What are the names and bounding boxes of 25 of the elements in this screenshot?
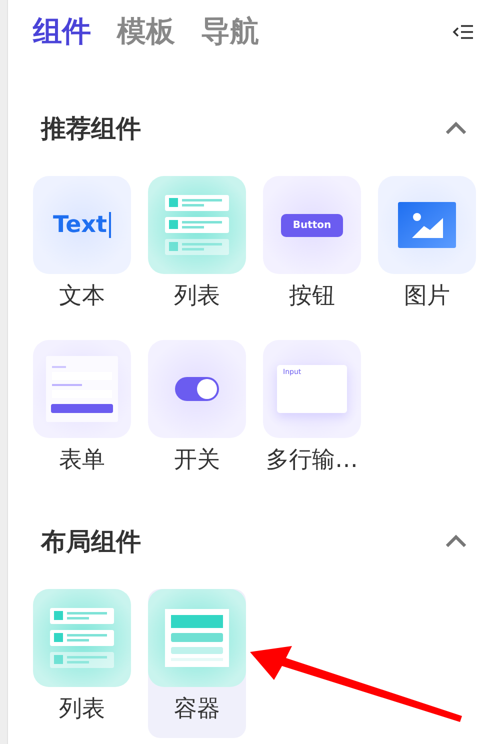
component-label: 开关 xyxy=(174,446,220,475)
chevron-icon[interactable] xyxy=(444,533,468,549)
text-preview: Text xyxy=(52,212,112,238)
tab[interactable]: 组件 xyxy=(33,12,91,52)
image-icon xyxy=(398,202,456,248)
button-preview: Button xyxy=(280,214,344,236)
component-tile[interactable]: 容器 xyxy=(148,589,246,738)
component-label: 列表 xyxy=(59,695,105,724)
tab[interactable]: 导航 xyxy=(201,12,259,52)
component-label: 列表 xyxy=(174,282,220,311)
section-title: 布局组件 xyxy=(41,526,141,558)
collapse-panel-icon[interactable] xyxy=(452,23,474,41)
tab[interactable]: 模板 xyxy=(117,12,175,52)
component-label: 表单 xyxy=(59,446,105,475)
component-label: 图片 xyxy=(404,282,450,311)
list-icon xyxy=(165,195,229,255)
component-label: 文本 xyxy=(59,282,105,311)
component-label: 容器 xyxy=(174,695,220,724)
form-icon xyxy=(46,356,118,422)
section-title: 推荐组件 xyxy=(41,112,141,144)
component-label: 按钮 xyxy=(289,282,335,311)
container-icon xyxy=(165,609,229,667)
component-label: 多行输… xyxy=(266,446,358,475)
chevron-icon[interactable] xyxy=(444,120,468,136)
list-icon xyxy=(50,608,114,668)
